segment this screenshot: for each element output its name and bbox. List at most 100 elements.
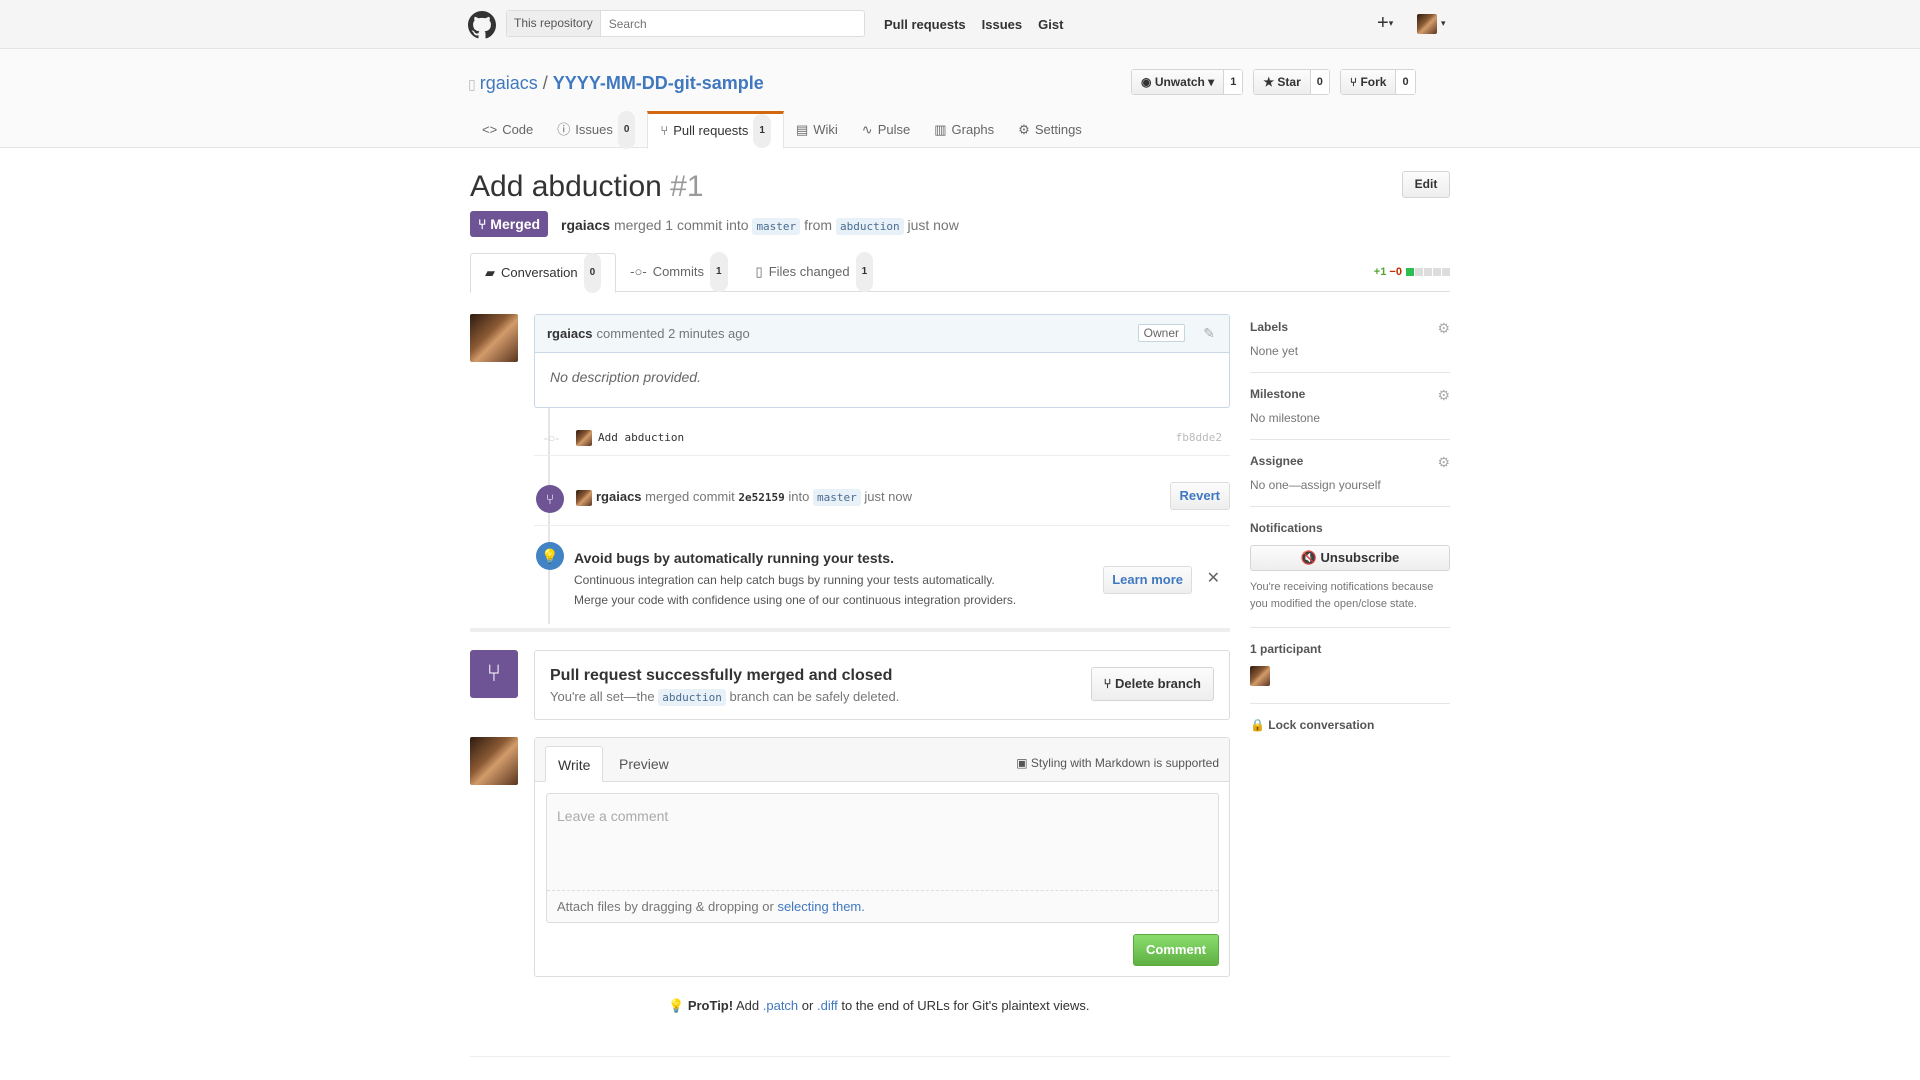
comment-author[interactable]: rgaiacs bbox=[547, 326, 593, 341]
tab-preview[interactable]: Preview bbox=[607, 746, 681, 782]
merge-status-text-after: branch can be safely deleted. bbox=[729, 689, 900, 704]
repo-owner-link[interactable]: rgaiacs bbox=[480, 73, 538, 93]
notifications-reason: You're receiving notifications because y… bbox=[1250, 581, 1434, 610]
merge-status-text-before: You're all set—the bbox=[550, 689, 655, 704]
fork-icon: ⑂ bbox=[1349, 75, 1361, 89]
search-input[interactable] bbox=[600, 16, 861, 31]
tab-settings[interactable]: ⚙ Settings bbox=[1006, 111, 1094, 148]
state-label: Merged bbox=[490, 216, 541, 232]
learn-more-button[interactable]: Learn more bbox=[1103, 566, 1192, 594]
merge-commit-sha[interactable]: 2e52159 bbox=[738, 491, 784, 504]
diffstat-block bbox=[1424, 268, 1432, 277]
repo-title: ▯ rgaiacs / YYYY-MM-DD-git-sample bbox=[468, 73, 764, 94]
labels-value: None yet bbox=[1250, 344, 1299, 358]
head-branch[interactable]: abduction bbox=[835, 218, 904, 235]
unwatch-button-group: ◉ Unwatch ▾ 1 bbox=[1131, 69, 1244, 95]
stars-count[interactable]: 0 bbox=[1310, 70, 1329, 94]
merged-text: merged 1 commit into bbox=[613, 217, 749, 233]
unsubscribe-button[interactable]: 🔇 Unsubscribe bbox=[1250, 545, 1450, 571]
github-logo-icon[interactable] bbox=[468, 11, 496, 39]
tab-code[interactable]: <> Code bbox=[470, 111, 545, 148]
close-icon[interactable]: ✕ bbox=[1207, 568, 1220, 588]
merge-author[interactable]: rgaiacs bbox=[596, 489, 642, 504]
repo-icon: ▯ bbox=[468, 76, 476, 92]
repo-separator: / bbox=[542, 73, 548, 93]
watchers-count[interactable]: 1 bbox=[1224, 70, 1243, 94]
tab-files-changed[interactable]: ▯ Files changed 1 bbox=[742, 252, 888, 292]
pencil-icon[interactable]: ✎ bbox=[1203, 325, 1215, 342]
comment-textarea[interactable]: Leave a comment Attach files by dragging… bbox=[546, 793, 1219, 923]
tab-pull-requests[interactable]: ⑂ Pull requests 1 bbox=[647, 111, 784, 149]
gear-icon[interactable]: ⚙ bbox=[1437, 320, 1450, 337]
markdown-note[interactable]: ▣ Styling with Markdown is supported bbox=[1016, 756, 1219, 770]
tab-conversation[interactable]: ▰ Conversation 0 bbox=[470, 253, 617, 293]
lock-conversation-link[interactable]: 🔒 Lock conversation bbox=[1250, 718, 1450, 732]
protip: 💡 ProTip! Add .patch or .diff to the end… bbox=[668, 998, 1089, 1014]
diff-link[interactable]: .diff bbox=[817, 998, 838, 1013]
user-avatar[interactable] bbox=[1417, 14, 1437, 34]
current-user-avatar[interactable] bbox=[470, 737, 518, 785]
comment-body: No description provided. bbox=[550, 369, 701, 385]
commit-sha[interactable]: fb8dde2 bbox=[1176, 431, 1222, 444]
comment-submit-button[interactable]: Comment bbox=[1133, 934, 1219, 966]
star-button[interactable]: ★ Star bbox=[1254, 70, 1311, 94]
fork-button[interactable]: ⑂ Fork bbox=[1340, 70, 1397, 94]
unwatch-label: Unwatch bbox=[1154, 75, 1205, 89]
fork-label: Fork bbox=[1360, 75, 1387, 89]
tab-commits[interactable]: -○- Commits 1 bbox=[616, 252, 741, 292]
select-files-link[interactable]: selecting them. bbox=[777, 899, 864, 914]
repo-header: ▯ rgaiacs / YYYY-MM-DD-git-sample ◉ Unwat… bbox=[0, 49, 1920, 149]
caret-down-icon[interactable]: ▾ bbox=[1441, 18, 1446, 29]
author-link[interactable]: rgaiacs bbox=[561, 217, 610, 233]
tab-graphs[interactable]: ▥ Graphs bbox=[922, 111, 1006, 148]
ci-title: Avoid bugs by automatically running your… bbox=[574, 550, 894, 566]
merge-icon: ⑂ bbox=[536, 485, 564, 513]
merge-status-text: You're all set—the abduction branch can … bbox=[550, 689, 900, 706]
tab-pulse[interactable]: ∿ Pulse bbox=[850, 111, 922, 148]
diffstat-block bbox=[1442, 268, 1450, 277]
comment-icon: ▰ bbox=[485, 265, 495, 280]
unsubscribe-label: Unsubscribe bbox=[1320, 550, 1400, 565]
diffstat-block bbox=[1415, 268, 1423, 277]
comment-header: rgaiacs commented 2 minutes ago Owner ✎ bbox=[535, 315, 1229, 353]
merge-base-branch[interactable]: master bbox=[812, 489, 861, 506]
merge-author-avatar[interactable] bbox=[576, 490, 592, 506]
delete-branch-button[interactable]: ⑂ Delete branch bbox=[1090, 667, 1214, 701]
edit-button[interactable]: Edit bbox=[1402, 171, 1450, 198]
pulls-counter: 1 bbox=[753, 114, 771, 148]
participant-avatar[interactable] bbox=[1250, 666, 1270, 686]
comment-meta[interactable]: commented 2 minutes ago bbox=[597, 326, 750, 341]
nav-pull-requests[interactable]: Pull requests bbox=[884, 17, 966, 32]
tab-wiki[interactable]: ▤ Wiki bbox=[784, 111, 850, 148]
assignee-value[interactable]: No one—assign yourself bbox=[1250, 478, 1450, 492]
comment-author-avatar[interactable] bbox=[470, 314, 518, 362]
sidebar-milestone: Milestone ⚙ No milestone bbox=[1250, 387, 1450, 440]
patch-link[interactable]: .patch bbox=[763, 998, 798, 1013]
gear-icon[interactable]: ⚙ bbox=[1437, 454, 1450, 471]
attach-files-bar[interactable]: Attach files by dragging & dropping or s… bbox=[547, 890, 1218, 922]
tab-label: Conversation bbox=[501, 265, 578, 280]
commits-counter: 1 bbox=[709, 252, 728, 292]
merge-icon: ⑂ bbox=[478, 216, 491, 232]
comment-placeholder: Leave a comment bbox=[557, 808, 669, 824]
repo-name-link[interactable]: YYYY-MM-DD-git-sample bbox=[553, 73, 764, 93]
tab-write[interactable]: Write bbox=[545, 746, 604, 782]
diff-stat: +1 −0 bbox=[1374, 266, 1450, 278]
forks-count[interactable]: 0 bbox=[1396, 70, 1415, 94]
lightbulb-icon: 💡 bbox=[536, 542, 564, 570]
caret-down-icon: ▾ bbox=[1388, 18, 1394, 29]
commit-message[interactable]: Add abduction bbox=[598, 431, 684, 444]
commit-author-avatar[interactable] bbox=[576, 430, 592, 446]
gear-icon[interactable]: ⚙ bbox=[1437, 387, 1450, 404]
nav-issues[interactable]: Issues bbox=[982, 17, 1022, 32]
revert-button[interactable]: Revert bbox=[1169, 482, 1230, 510]
fork-button-group: ⑂ Fork 0 bbox=[1339, 69, 1416, 95]
unwatch-button[interactable]: ◉ Unwatch ▾ bbox=[1132, 70, 1225, 94]
tab-issues[interactable]: ⓘ Issues 0 bbox=[545, 110, 647, 149]
nav-gist[interactable]: Gist bbox=[1038, 17, 1063, 32]
footer-divider bbox=[470, 1056, 1450, 1057]
new-menu-button[interactable]: +▾ bbox=[1377, 12, 1393, 35]
base-branch[interactable]: master bbox=[752, 218, 801, 235]
issue-icon: ⓘ bbox=[557, 121, 571, 137]
pr-meta: rgaiacs merged 1 commit into master from… bbox=[561, 217, 959, 235]
